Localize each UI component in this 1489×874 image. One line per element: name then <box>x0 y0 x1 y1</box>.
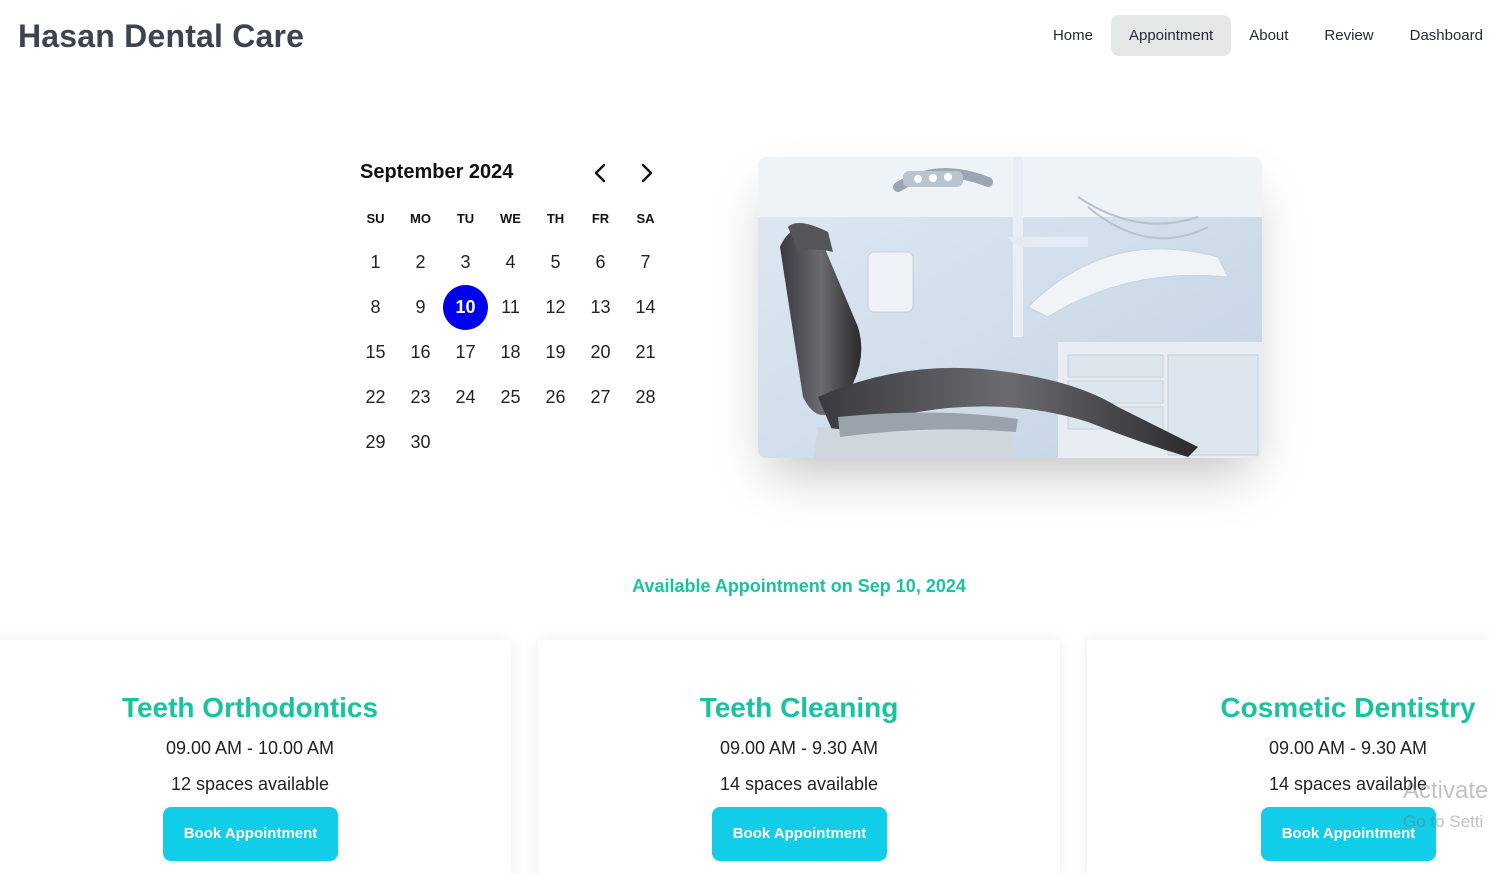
calendar-day[interactable]: 13 <box>578 285 623 330</box>
service-spaces: 12 spaces available <box>170 774 330 794</box>
calendar-day[interactable]: 3 <box>443 240 488 285</box>
calendar-day[interactable]: 22 <box>353 375 398 420</box>
service-card: Cosmetic Dentistry 09.00 AM - 9.30 AM 14… <box>1087 640 1489 874</box>
calendar-day-selected[interactable]: 10 <box>443 285 488 330</box>
service-time: 09.00 AM - 9.30 AM <box>1268 738 1428 758</box>
chevron-left-icon <box>594 163 606 183</box>
nav-appointment[interactable]: Appointment <box>1110 15 1232 56</box>
nav-dashboard[interactable]: Dashboard <box>1392 15 1489 56</box>
calendar-day[interactable]: 27 <box>578 375 623 420</box>
calendar-day[interactable]: 23 <box>398 375 443 420</box>
calendar-day[interactable]: 8 <box>353 285 398 330</box>
calendar-day[interactable]: 15 <box>353 330 398 375</box>
activation-watermark-sub: Go to Setti <box>1403 812 1484 831</box>
calendar-day[interactable]: 7 <box>623 240 668 285</box>
service-title: Teeth Orthodontics <box>121 692 379 723</box>
weekday-label: MO <box>410 211 431 226</box>
calendar-day[interactable]: 9 <box>398 285 443 330</box>
calendar-day[interactable]: 25 <box>488 375 533 420</box>
calendar-day[interactable]: 26 <box>533 375 578 420</box>
calendar-day[interactable]: 14 <box>623 285 668 330</box>
calendar-day[interactable]: 5 <box>533 240 578 285</box>
calendar-day[interactable]: 4 <box>488 240 533 285</box>
nav-review[interactable]: Review <box>1306 15 1391 56</box>
weekday-label: SA <box>636 211 655 226</box>
calendar-month-label: September 2024 <box>360 161 514 183</box>
weekday-label: WE <box>500 211 521 226</box>
calendar-day[interactable]: 17 <box>443 330 488 375</box>
weekday-label: FR <box>591 211 610 226</box>
service-card: Teeth Orthodontics 09.00 AM - 10.00 AM 1… <box>0 640 511 874</box>
weekday-label: TH <box>546 211 565 226</box>
service-card: Teeth Cleaning 09.00 AM - 9.30 AM 14 spa… <box>538 640 1060 874</box>
date-picker: September 2024 SU MO TU WE TH FR SA 1 2 3 4 5 6 7 8 9 10… <box>353 155 668 452</box>
calendar-day[interactable]: 30 <box>398 420 443 465</box>
calendar-day[interactable]: 12 <box>533 285 578 330</box>
service-title: Teeth Cleaning <box>699 692 899 723</box>
calendar-day[interactable]: 28 <box>623 375 668 420</box>
service-time: 09.00 AM - 10.00 AM <box>165 738 335 758</box>
calendar-day[interactable]: 1 <box>353 240 398 285</box>
chevron-right-icon <box>641 163 653 183</box>
main-nav: Home Appointment About Review Dashboard <box>1035 15 1489 56</box>
calendar-day[interactable]: 19 <box>533 330 578 375</box>
brand-title[interactable]: Hasan Dental Care <box>18 18 304 55</box>
calendar-day[interactable]: 18 <box>488 330 533 375</box>
nav-about[interactable]: About <box>1231 15 1306 56</box>
book-appointment-button[interactable]: Book Appointment <box>712 807 887 861</box>
book-appointment-button[interactable]: Book Appointment <box>163 807 338 861</box>
calendar-day[interactable]: 24 <box>443 375 488 420</box>
calendar-day[interactable]: 11 <box>488 285 533 330</box>
calendar-day[interactable]: 16 <box>398 330 443 375</box>
weekday-label: SU <box>366 211 385 226</box>
calendar-day[interactable]: 20 <box>578 330 623 375</box>
available-appointment-heading: Available Appointment on Sep 10, 2024 <box>632 576 966 596</box>
previous-month-button[interactable] <box>586 159 614 187</box>
service-time: 09.00 AM - 9.30 AM <box>719 738 879 758</box>
dental-chair-photo-icon <box>758 157 1262 458</box>
next-month-button[interactable] <box>633 159 661 187</box>
dental-chair-image <box>758 157 1262 458</box>
weekday-label: TU <box>456 211 475 226</box>
calendar-day[interactable]: 6 <box>578 240 623 285</box>
activation-watermark: Activate <box>1403 777 1489 804</box>
calendar-day[interactable]: 29 <box>353 420 398 465</box>
calendar-header: September 2024 <box>353 155 668 191</box>
service-spaces: 14 spaces available <box>719 774 879 794</box>
nav-home[interactable]: Home <box>1035 15 1111 56</box>
calendar-day[interactable]: 21 <box>623 330 668 375</box>
service-title: Cosmetic Dentistry <box>1220 692 1476 723</box>
calendar-day[interactable]: 2 <box>398 240 443 285</box>
